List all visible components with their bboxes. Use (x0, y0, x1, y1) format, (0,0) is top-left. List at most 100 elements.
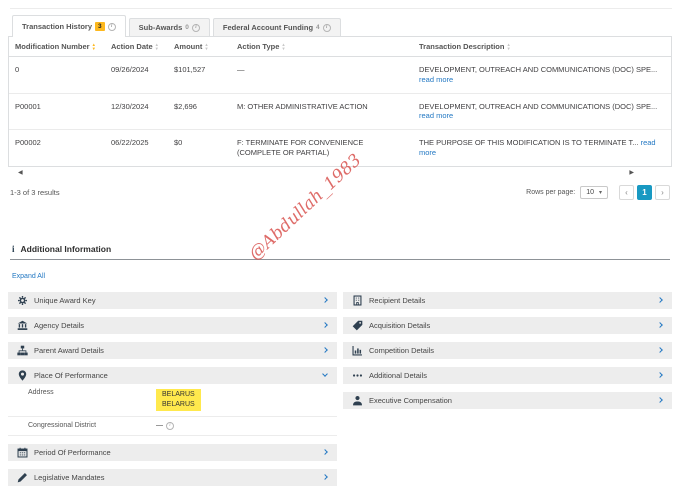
accordion-header[interactable]: Additional Details (343, 367, 672, 384)
accordion-header[interactable]: Parent Award Details (8, 342, 337, 359)
right-column: Recipient Details Acquisition Details (343, 292, 672, 494)
congressional-district-value: — i (156, 422, 174, 430)
tab-count: 4 (316, 24, 320, 31)
read-more-link[interactable]: read more (419, 75, 453, 84)
col-header-amount[interactable]: Amount ▴▾ (168, 37, 231, 56)
congressional-district-label: Congressional District (8, 422, 156, 429)
tab-label: Federal Account Funding (223, 23, 313, 32)
accordion-header[interactable]: Acquisition Details (343, 317, 672, 334)
accordion-acquisition-details: Acquisition Details (343, 317, 672, 334)
award-tabs: Transaction History 3 i Sub-Awards 0 i F… (12, 14, 672, 36)
accordion-header[interactable]: Executive Compensation (343, 392, 672, 409)
chevron-right-icon (322, 297, 328, 303)
ellipsis-icon (351, 370, 363, 381)
cell-amount: $101,527 (168, 57, 231, 93)
info-icon[interactable]: i (323, 24, 331, 32)
page-1-button[interactable]: 1 (637, 185, 652, 200)
cell-modification-number: P00002 (9, 130, 105, 166)
col-header-transaction-description[interactable]: Transaction Description ▴▾ (413, 37, 671, 56)
cell-modification-number: P00001 (9, 94, 105, 130)
next-page-button[interactable]: › (655, 185, 670, 200)
chevron-right-icon (322, 322, 328, 328)
prev-page-button[interactable]: ‹ (619, 185, 634, 200)
accordion-unique-award-key: Unique Award Key (8, 292, 337, 309)
transaction-table: Modification Number ▴▾ Action Date ▴▾ Am… (8, 36, 672, 167)
cell-action-type: M: OTHER ADMINISTRATIVE ACTION (231, 94, 413, 130)
cell-amount: $0 (168, 130, 231, 166)
info-icon[interactable]: i (166, 422, 174, 430)
sort-icon[interactable]: ▴▾ (507, 43, 509, 51)
pagination-controls: Rows per page: 10 ▾ ‹ 1 › (526, 185, 670, 200)
cell-action-date: 06/22/2025 (105, 130, 168, 166)
accordion-label: Unique Award Key (34, 296, 323, 305)
map-marker-icon (16, 370, 28, 381)
scroll-right-icon[interactable]: ▶ (629, 169, 634, 176)
chevron-right-icon (322, 449, 328, 455)
address-label: Address (8, 389, 156, 396)
table-header-row: Modification Number ▴▾ Action Date ▴▾ Am… (9, 37, 671, 57)
accordion-additional-details: Additional Details (343, 367, 672, 384)
cell-action-type: — (231, 57, 413, 93)
sort-icon[interactable]: ▴▾ (282, 43, 284, 51)
cell-transaction-description: DEVELOPMENT, OUTREACH AND COMMUNICATIONS… (413, 57, 671, 93)
rows-per-page-select[interactable]: 10 ▾ (580, 186, 608, 199)
col-header-action-date[interactable]: Action Date ▴▾ (105, 37, 168, 56)
accordion-legislative-mandates: Legislative Mandates (8, 469, 337, 486)
chevron-right-icon (657, 322, 663, 328)
col-header-modification-number[interactable]: Modification Number ▴▾ (9, 37, 105, 56)
address-row: Address BELARUS BELARUS (8, 384, 337, 417)
accordion-period-of-performance: Period Of Performance (8, 444, 337, 461)
chevron-right-icon (322, 347, 328, 353)
rows-per-page-label: Rows per page: (526, 189, 575, 196)
tab-label: Sub-Awards (139, 23, 183, 32)
cell-action-date: 09/26/2024 (105, 57, 168, 93)
cell-action-type: F: TERMINATE FOR CONVENIENCE (COMPLETE O… (231, 130, 413, 166)
bank-icon (16, 320, 28, 331)
info-icon[interactable]: i (108, 23, 116, 31)
accordion-label: Executive Compensation (369, 396, 658, 405)
read-more-link[interactable]: read more (419, 111, 453, 120)
left-column: Unique Award Key Agency Details (8, 292, 337, 494)
page-buttons: ‹ 1 › (619, 185, 670, 200)
accordion-columns: Unique Award Key Agency Details (8, 292, 672, 494)
accordion-header[interactable]: Competition Details (343, 342, 672, 359)
accordion-header[interactable]: Unique Award Key (8, 292, 337, 309)
building-icon (351, 295, 363, 306)
table-row: P00002 06/22/2025 $0 F: TERMINATE FOR CO… (9, 130, 671, 166)
accordion-place-of-performance: Place Of Performance Address BELARUS BEL… (8, 367, 337, 436)
top-divider (10, 8, 672, 9)
accordion-label: Period Of Performance (34, 448, 323, 457)
tab-transaction-history[interactable]: Transaction History 3 i (12, 15, 126, 37)
accordion-header[interactable]: Agency Details (8, 317, 337, 334)
cell-action-date: 12/30/2024 (105, 94, 168, 130)
bar-chart-icon (351, 345, 363, 356)
accordion-competition-details: Competition Details (343, 342, 672, 359)
tab-count: 0 (185, 24, 189, 31)
accordion-label: Legislative Mandates (34, 473, 323, 482)
accordion-label: Parent Award Details (34, 346, 323, 355)
tab-label: Transaction History (22, 22, 92, 31)
tab-sub-awards[interactable]: Sub-Awards 0 i (129, 18, 210, 36)
results-count: 1-3 of 3 results (10, 188, 60, 197)
sort-icon[interactable]: ▴▾ (93, 43, 95, 51)
accordion-header[interactable]: Recipient Details (343, 292, 672, 309)
accordion-label: Agency Details (34, 321, 323, 330)
sort-icon[interactable]: ▴▾ (205, 43, 207, 51)
chevron-down-icon: ▾ (599, 189, 602, 196)
accordion-label: Additional Details (369, 371, 658, 380)
tab-federal-account-funding[interactable]: Federal Account Funding 4 i (213, 18, 341, 36)
info-icon[interactable]: i (192, 24, 200, 32)
scroll-left-icon[interactable]: ◀ (18, 169, 23, 176)
accordion-label: Acquisition Details (369, 321, 658, 330)
accordion-header[interactable]: Period Of Performance (8, 444, 337, 461)
expand-all-link[interactable]: Expand All (12, 273, 45, 280)
col-header-action-type[interactable]: Action Type ▴▾ (231, 37, 413, 56)
table-row: P00001 12/30/2024 $2,696 M: OTHER ADMINI… (9, 94, 671, 131)
accordion-parent-award-details: Parent Award Details (8, 342, 337, 359)
accordion-header[interactable]: Legislative Mandates (8, 469, 337, 486)
table-row: 0 09/26/2024 $101,527 — DEVELOPMENT, OUT… (9, 57, 671, 94)
sort-icon[interactable]: ▴▾ (156, 43, 158, 51)
pagination-bar: 1-3 of 3 results Rows per page: 10 ▾ ‹ 1… (8, 185, 672, 200)
tab-count-badge: 3 (95, 22, 105, 31)
accordion-header[interactable]: Place Of Performance (8, 367, 337, 384)
